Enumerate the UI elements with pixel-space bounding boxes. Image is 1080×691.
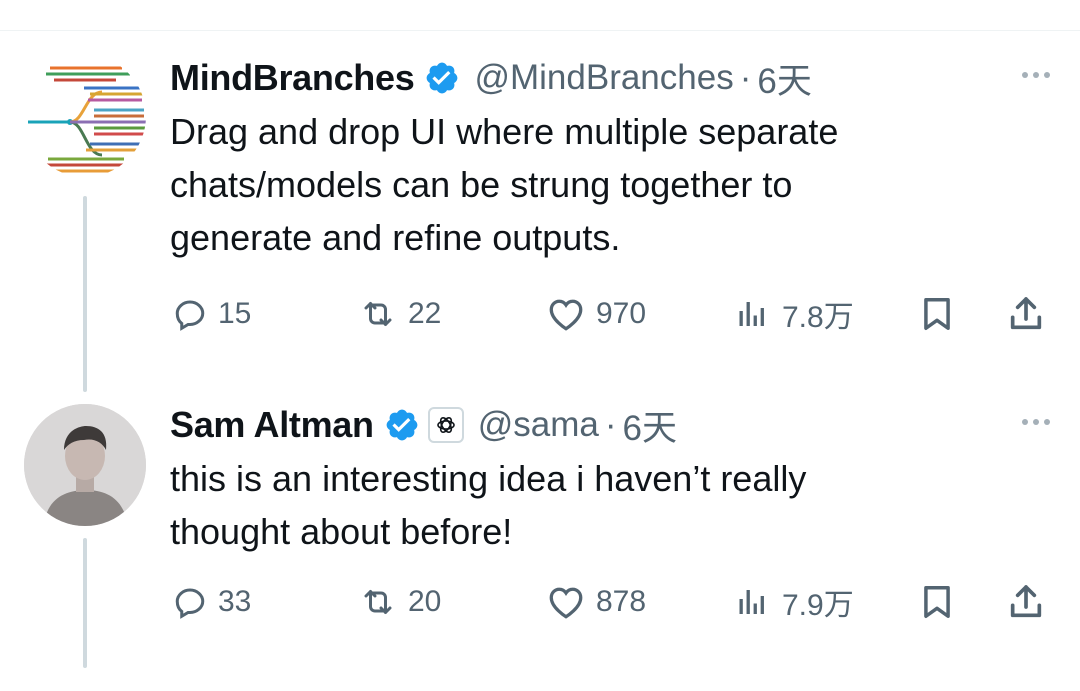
openai-logo-icon[interactable] — [427, 407, 464, 443]
timestamp[interactable]: 6天 — [623, 400, 677, 451]
separator-dot: · — [739, 58, 752, 97]
reply-button[interactable]: 15 — [172, 291, 251, 337]
share-button[interactable] — [1006, 579, 1046, 625]
tweet-header: MindBranches @MindBranches · 6天 — [170, 55, 1056, 101]
retweet-icon — [364, 302, 392, 326]
retweet-button[interactable]: 20 — [358, 579, 441, 625]
like-count: 970 — [596, 297, 647, 330]
bookmark-button[interactable] — [918, 291, 956, 337]
views-button[interactable]: 7.9万 — [734, 579, 854, 625]
profile-photo — [24, 404, 146, 526]
top-divider — [0, 0, 1080, 31]
tweet[interactable]: Sam Altman @sama · 6天 this is an interes… — [0, 402, 1080, 642]
action-bar: 33 20 878 7.9万 — [170, 579, 1056, 625]
retweet-button[interactable]: 22 — [358, 291, 441, 337]
author-name[interactable]: MindBranches — [170, 57, 415, 99]
like-button[interactable]: 878 — [546, 579, 646, 625]
tweet-text-line: generate and refine outputs. — [170, 217, 621, 258]
tweet-text: Drag and drop UI where multiple separate… — [170, 105, 1056, 264]
share-icon — [1010, 585, 1042, 618]
reply-icon — [175, 300, 205, 331]
bookmark-button[interactable] — [918, 579, 956, 625]
verified-badge-icon — [424, 60, 460, 96]
bookmark-icon — [924, 586, 950, 618]
tweet-header: Sam Altman @sama · 6天 — [170, 402, 1056, 448]
reply-icon — [175, 588, 205, 619]
views-count: 7.8万 — [782, 301, 854, 334]
retweet-count: 20 — [408, 585, 442, 618]
author-name[interactable]: Sam Altman — [170, 404, 374, 446]
tweet-text-line: this is an interesting idea i haven’t re… — [170, 458, 807, 499]
more-icon[interactable] — [1016, 412, 1056, 432]
avatar[interactable] — [24, 55, 146, 177]
author-handle[interactable]: @MindBranches — [474, 58, 733, 98]
reply-count: 15 — [218, 297, 252, 330]
like-icon — [549, 299, 583, 331]
views-icon — [739, 590, 764, 614]
more-icon[interactable] — [1016, 65, 1056, 85]
share-button[interactable] — [1006, 291, 1046, 337]
views-count: 7.9万 — [782, 589, 854, 622]
retweet-count: 22 — [408, 297, 442, 330]
verified-badge-icon — [384, 407, 420, 443]
tweet-text: this is an interesting idea i haven’t re… — [170, 452, 1056, 558]
reply-count: 33 — [218, 585, 252, 618]
branch-logo — [28, 66, 146, 173]
tweet-body: Sam Altman @sama · 6天 this is an interes… — [170, 402, 1056, 622]
timestamp[interactable]: 6天 — [757, 53, 811, 104]
action-bar: 15 22 970 7.8万 — [170, 291, 1056, 337]
tweet-text-line: chats/models can be strung together to — [170, 164, 793, 205]
avatar[interactable] — [24, 404, 146, 526]
reply-button[interactable]: 33 — [172, 579, 251, 625]
views-button[interactable]: 7.8万 — [734, 291, 854, 337]
like-icon — [549, 587, 583, 619]
retweet-icon — [364, 590, 392, 614]
like-button[interactable]: 970 — [546, 291, 646, 337]
tweet-text-line: Drag and drop UI where multiple separate — [170, 111, 839, 152]
separator-dot: · — [604, 405, 617, 444]
views-icon — [739, 302, 764, 326]
tweet[interactable]: MindBranches @MindBranches · 6天 Drag and… — [0, 55, 1080, 355]
bookmark-icon — [924, 298, 950, 330]
tweet-body: MindBranches @MindBranches · 6天 Drag and… — [170, 55, 1056, 334]
author-handle[interactable]: @sama — [478, 405, 599, 445]
tweet-text-line: thought about before! — [170, 511, 513, 552]
share-icon — [1010, 297, 1042, 330]
like-count: 878 — [596, 585, 647, 618]
